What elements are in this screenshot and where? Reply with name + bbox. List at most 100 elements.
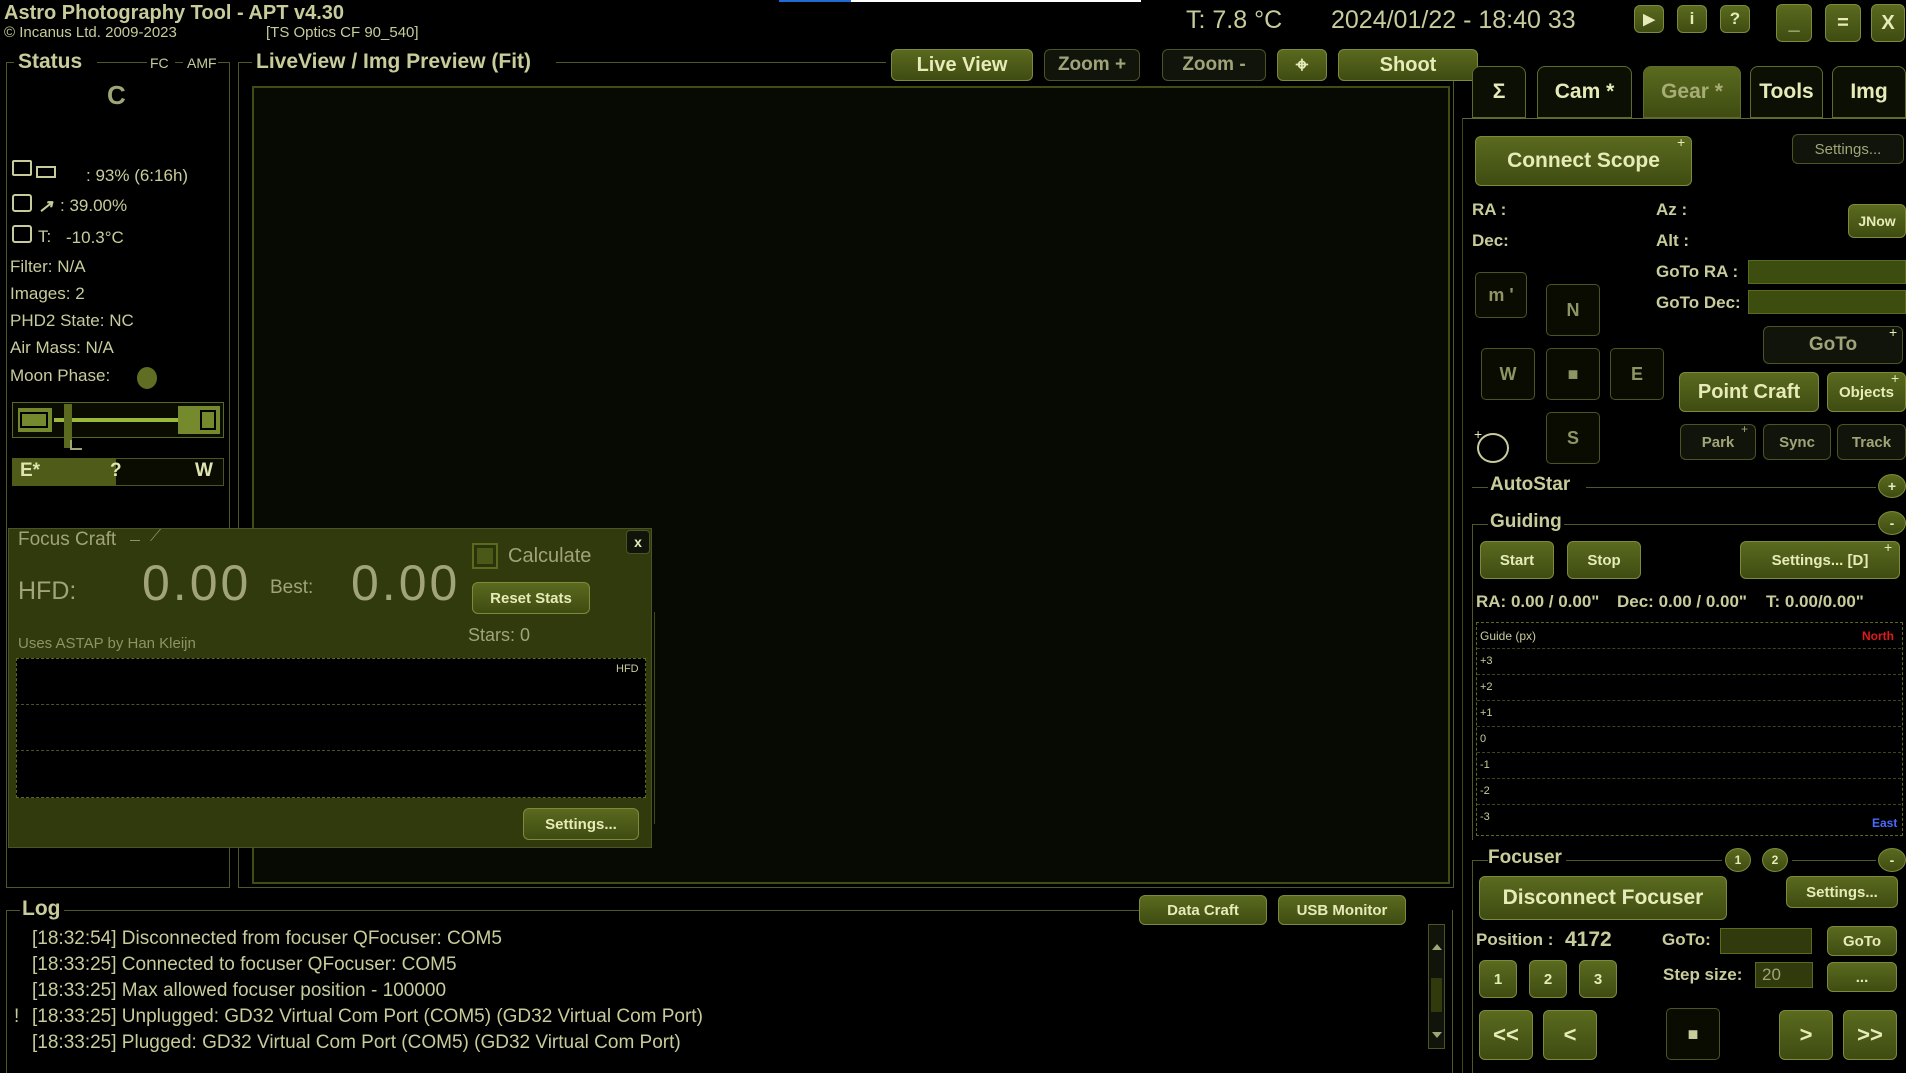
best-value: 0.00	[351, 555, 461, 611]
info-icon: i	[1689, 9, 1695, 28]
minimize-button[interactable]: _	[1776, 4, 1812, 42]
fc-label: FC	[150, 55, 169, 71]
live-view-button[interactable]: Live View	[891, 49, 1033, 81]
best-label: Best:	[270, 577, 314, 598]
guiding-stop-button[interactable]: Stop	[1567, 541, 1641, 579]
info-button[interactable]: i	[1677, 5, 1707, 33]
goto-dec-field[interactable]	[1748, 290, 1906, 314]
data-craft-button[interactable]: Data Craft	[1139, 895, 1267, 925]
reset-stats-button[interactable]: Reset Stats	[472, 582, 590, 614]
az-label: Az :	[1656, 200, 1688, 219]
focuser-title: Focuser	[1488, 847, 1562, 868]
temperature-readout: T: 7.8 °C	[1186, 6, 1283, 34]
zoom-in-button[interactable]: Zoom +	[1044, 49, 1140, 81]
mode-indicator: C	[107, 80, 126, 110]
hfd-label: HFD:	[18, 577, 77, 605]
focus-stop-button[interactable]: ■	[1666, 1008, 1720, 1060]
south-button[interactable]: S	[1546, 412, 1600, 464]
connect-scope-button[interactable]: Connect Scope	[1475, 136, 1692, 186]
close-button[interactable]: X	[1871, 4, 1905, 42]
total-error: T: 0.00/0.00"	[1766, 592, 1864, 611]
crosshair-button[interactable]: ⌖	[1277, 49, 1327, 81]
maximize-icon: =	[1837, 11, 1849, 34]
focus-fast-in-button[interactable]: <<	[1479, 1010, 1533, 1060]
focuser-settings-button[interactable]: Settings...	[1786, 876, 1898, 908]
focus-fast-out-button[interactable]: >>	[1843, 1010, 1897, 1060]
guide-tick: -1	[1480, 759, 1490, 771]
preset-1-button[interactable]: 1	[1479, 960, 1517, 998]
images-count: Images: 2	[10, 284, 85, 303]
focuser-collapse-button[interactable]: -	[1878, 848, 1906, 872]
slew-stop-button[interactable]: ■	[1546, 348, 1600, 400]
shoot-button[interactable]: Shoot	[1338, 49, 1478, 81]
jnow-button[interactable]: JNow	[1848, 204, 1906, 238]
guiding-title: Guiding	[1490, 511, 1562, 532]
camera-temp-icon	[12, 225, 32, 243]
usb-monitor-button[interactable]: USB Monitor	[1278, 895, 1406, 925]
east-label: E*	[20, 460, 41, 481]
camera-icon	[12, 194, 32, 212]
goto-dec-label: GoTo Dec:	[1656, 293, 1741, 312]
guiding-start-button[interactable]: Start	[1480, 541, 1554, 579]
log-scroll-up[interactable]	[1432, 944, 1442, 950]
sync-button[interactable]: Sync	[1763, 424, 1831, 460]
track-button[interactable]: Track	[1837, 424, 1906, 460]
tab-gear[interactable]: Gear *	[1643, 66, 1741, 118]
scope-settings-button[interactable]: Settings...	[1792, 134, 1904, 164]
focuser-goto-field[interactable]	[1720, 928, 1812, 954]
focuser-1-button[interactable]: 1	[1725, 848, 1751, 872]
maximize-button[interactable]: =	[1825, 4, 1861, 42]
focus-craft-close-button[interactable]: x	[626, 530, 650, 554]
app-title: Astro Photography Tool - APT v4.30	[4, 2, 345, 24]
dec-error: Dec: 0.00 / 0.00"	[1617, 592, 1747, 611]
tab-tools[interactable]: Tools	[1750, 66, 1823, 118]
log-line: [18:33:25] Unplugged: GD32 Virtual Com P…	[32, 1006, 703, 1027]
calculate-label: Calculate	[508, 545, 592, 567]
log-line: [18:32:54] Disconnected from focuser QFo…	[32, 928, 502, 949]
point-craft-button[interactable]: Point Craft	[1679, 372, 1819, 412]
focus-craft-settings-button[interactable]: Settings...	[523, 808, 639, 840]
north-button[interactable]: N	[1546, 284, 1600, 336]
battery-value: : 93% (6:16h)	[86, 166, 189, 185]
position-label: Position :	[1476, 930, 1554, 949]
slew-speed-button[interactable]: m '	[1475, 272, 1527, 318]
hfd-graph	[16, 658, 646, 798]
focus-in-button[interactable]: <	[1543, 1010, 1597, 1060]
guiding-collapse-button[interactable]: -	[1878, 511, 1906, 535]
disconnect-focuser-button[interactable]: Disconnect Focuser	[1479, 876, 1727, 920]
tab-img[interactable]: Img	[1832, 66, 1906, 118]
focuser-2-button[interactable]: 2	[1762, 848, 1788, 872]
plus-icon: +	[1887, 478, 1897, 494]
tab-sigma[interactable]: Σ	[1472, 66, 1526, 118]
goto-button[interactable]: GoTo	[1763, 326, 1903, 364]
tab-cam[interactable]: Cam *	[1537, 66, 1632, 118]
goto-ra-field[interactable]	[1748, 260, 1906, 284]
west-button[interactable]: W	[1481, 348, 1535, 400]
focuser-goto-button[interactable]: GoTo	[1827, 926, 1897, 956]
minus-icon: -	[1889, 515, 1895, 531]
preset-2-button[interactable]: 2	[1529, 960, 1567, 998]
copyright: © Incanus Ltd. 2009-2023	[4, 24, 177, 41]
camera-temp-value: -10.3°C	[66, 228, 124, 247]
hfd-graph-label: HFD	[616, 663, 639, 675]
log-scroll-thumb[interactable]	[1431, 978, 1442, 1012]
log-scroll-down[interactable]	[1432, 1032, 1442, 1038]
guiding-settings-button[interactable]: Settings... [D]	[1740, 541, 1900, 579]
step-size-field[interactable]: 20	[1755, 962, 1813, 988]
play-button[interactable]: ▶	[1634, 5, 1664, 33]
log-line: [18:33:25] Max allowed focuser position …	[32, 980, 447, 1001]
help-button[interactable]: ?	[1720, 5, 1750, 33]
east-button[interactable]: E	[1610, 348, 1664, 400]
autostar-expand-button[interactable]: +	[1878, 474, 1906, 498]
close-icon: X	[1881, 11, 1895, 34]
play-icon: ▶	[1643, 11, 1655, 28]
zoom-out-button[interactable]: Zoom -	[1162, 49, 1266, 81]
focuser-more-button[interactable]: ...	[1827, 962, 1897, 992]
datetime-readout: 2024/01/22 - 18:40 33	[1331, 6, 1576, 34]
focus-out-button[interactable]: >	[1779, 1010, 1833, 1060]
humidity-value: : 39.00%	[60, 196, 128, 215]
hfd-value: 0.00	[142, 555, 252, 611]
preset-3-button[interactable]: 3	[1579, 960, 1617, 998]
focus-craft-title: Focus Craft	[18, 529, 117, 550]
log-line: [18:33:25] Connected to focuser QFocuser…	[32, 954, 457, 975]
